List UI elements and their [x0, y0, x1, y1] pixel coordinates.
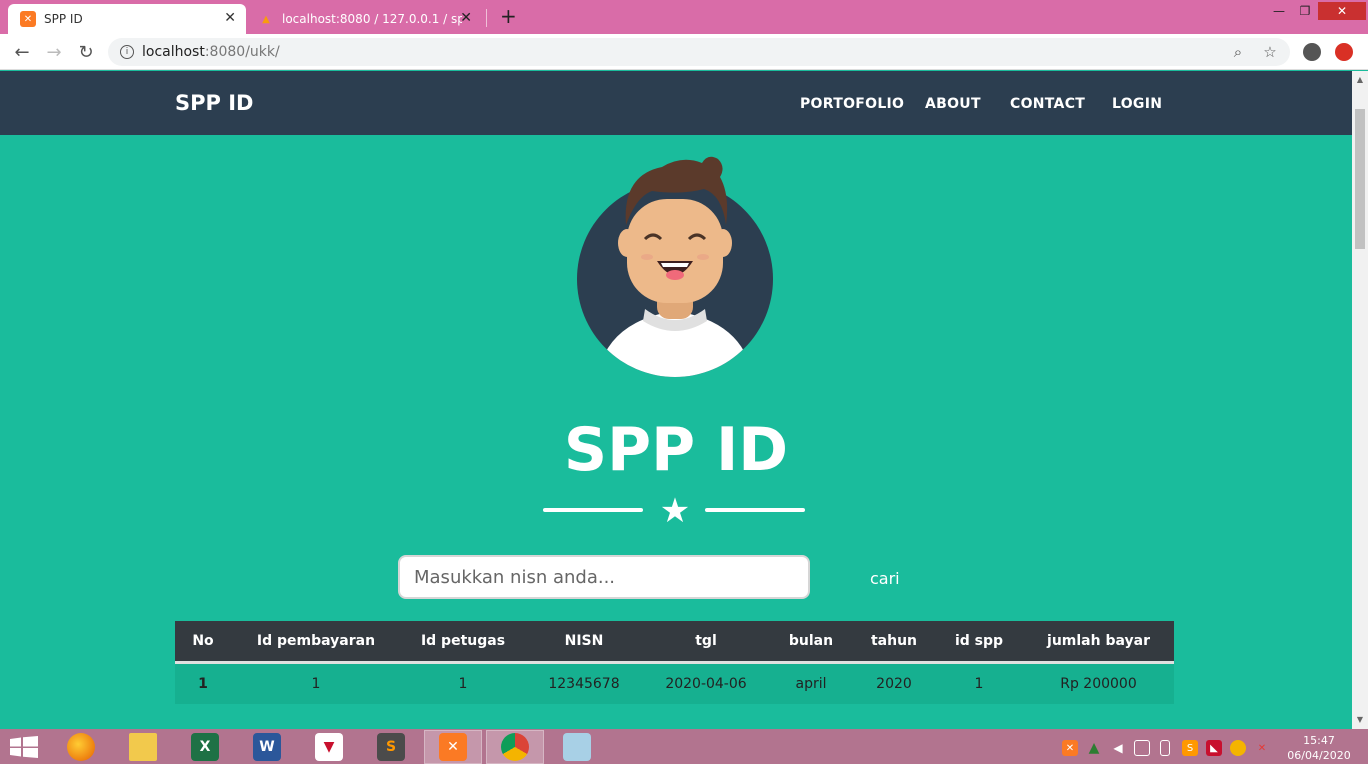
chrome-icon [501, 733, 529, 761]
tab-spp-id[interactable]: ✕ SPP ID ✕ [8, 4, 246, 34]
clock-date: 06/04/2020 [1287, 749, 1351, 762]
taskbar-chrome[interactable] [486, 730, 544, 764]
taskbar-firefox[interactable] [52, 730, 110, 764]
antivirus-icon: ▼ [315, 733, 343, 761]
column-header: jumlah bayar [1023, 621, 1174, 664]
site-navbar: SPP ID PORTOFOLIO ABOUT CONTACT LOGIN [0, 71, 1352, 135]
url-host: localhost [142, 44, 205, 60]
tray-drive-icon[interactable]: ▲ [1086, 740, 1102, 756]
column-header: id spp [935, 621, 1023, 664]
update-icon[interactable] [1335, 43, 1353, 61]
close-tab-icon[interactable]: ✕ [460, 10, 472, 26]
taskbar-xampp[interactable]: ✕ [424, 730, 482, 764]
tray-battery-icon[interactable] [1160, 740, 1170, 756]
table-cell: april [769, 662, 853, 704]
phpmyadmin-favicon-icon: ▲ [262, 13, 270, 25]
column-header: NISN [525, 621, 643, 664]
nav-link-contact[interactable]: CONTACT [1010, 96, 1085, 112]
column-header: No [175, 621, 231, 664]
sublime-text-icon: S [377, 733, 405, 761]
nav-link-login[interactable]: LOGIN [1112, 96, 1162, 112]
table-cell: 12345678 [525, 662, 643, 704]
xampp-icon: ✕ [439, 733, 467, 761]
hero-title: SPP ID [563, 415, 789, 485]
close-tab-icon[interactable]: ✕ [224, 10, 236, 26]
tray-volume-icon[interactable]: ◀ [1110, 740, 1126, 756]
table-row: 1 1 1 12345678 2020-04-06 april 2020 1 R… [175, 662, 1174, 704]
tray-display-icon[interactable] [1134, 740, 1150, 756]
browser-tabbar: ✕ SPP ID ✕ ▲ localhost:8080 / 127.0.0.1 … [0, 0, 1368, 34]
xampp-favicon-icon: ✕ [20, 11, 36, 27]
divider-line-left [543, 508, 643, 512]
table-cell: 1 [175, 662, 231, 704]
taskbar-excel[interactable]: X [176, 730, 234, 764]
site-info-icon[interactable]: i [120, 45, 134, 59]
table-cell: 1 [935, 662, 1023, 704]
restore-button[interactable]: ❐ [1294, 2, 1316, 20]
scroll-down-icon[interactable]: ▼ [1355, 715, 1365, 724]
address-bar[interactable]: i localhost:8080/ukk/ ⌕ ☆ [108, 38, 1290, 66]
browser-toolbar: ← → ↻ i localhost:8080/ukk/ ⌕ ☆ [0, 34, 1368, 70]
file-explorer-icon [129, 733, 157, 761]
taskbar-explorer[interactable] [114, 730, 172, 764]
table-cell: Rp 200000 [1023, 662, 1174, 704]
nav-link-portofolio[interactable]: PORTOFOLIO [800, 96, 904, 112]
bookmark-star-icon[interactable]: ☆ [1262, 43, 1278, 61]
column-header: Id petugas [401, 621, 525, 664]
tray-antivirus-icon[interactable]: ◣ [1206, 740, 1222, 756]
search-button[interactable]: cari [856, 565, 914, 591]
scroll-up-icon[interactable]: ▲ [1355, 75, 1365, 84]
tab-separator [486, 9, 487, 27]
tab-title: localhost:8080 / 127.0.0.1 / spp / [282, 12, 462, 26]
word-icon: W [253, 733, 281, 761]
column-header: Id pembayaran [231, 621, 401, 664]
forward-icon[interactable]: → [44, 42, 64, 63]
taskbar-clock[interactable]: 15:47 06/04/2020 [1284, 733, 1354, 763]
table-cell: 2020-04-06 [643, 662, 769, 704]
taskbar-sublime[interactable]: S [362, 730, 420, 764]
windows-start-icon[interactable] [10, 736, 38, 758]
new-tab-button[interactable]: + [500, 4, 517, 28]
nisn-search-input[interactable] [398, 555, 810, 599]
minimize-button[interactable]: — [1268, 2, 1290, 20]
avatar-hair-icon [625, 156, 728, 225]
back-icon[interactable]: ← [12, 42, 32, 63]
reload-icon[interactable]: ↻ [76, 42, 96, 63]
url-path: :8080/ukk/ [204, 44, 280, 60]
zoom-icon[interactable]: ⌕ [1230, 43, 1246, 61]
clock-time: 15:47 [1303, 734, 1335, 747]
payment-table: No Id pembayaran Id petugas NISN tgl bul… [175, 621, 1174, 704]
taskbar-word[interactable]: W [238, 730, 296, 764]
table-header-row: No Id pembayaran Id petugas NISN tgl bul… [175, 621, 1174, 664]
tray-sublime-icon[interactable]: S [1182, 740, 1198, 756]
tray-xampp-icon[interactable]: ✕ [1062, 740, 1078, 756]
tab-title: SPP ID [44, 12, 83, 26]
column-header: tgl [643, 621, 769, 664]
tray-update-icon[interactable] [1230, 740, 1246, 756]
firefox-icon [67, 733, 95, 761]
taskbar-notepad[interactable] [548, 730, 606, 764]
star-icon: ★ [659, 491, 691, 531]
column-header: bulan [769, 621, 853, 664]
taskbar-antivirus[interactable]: ▼ [300, 730, 358, 764]
tray-network-icon[interactable]: ✕ [1254, 740, 1270, 756]
nav-link-about[interactable]: ABOUT [925, 96, 981, 112]
divider-line-right [705, 508, 805, 512]
profile-avatar-icon[interactable] [1303, 43, 1321, 61]
page-content: SPP ID PORTOFOLIO ABOUT CONTACT LOGIN SP… [0, 71, 1352, 729]
tab-phpmyadmin[interactable]: ▲ localhost:8080 / 127.0.0.1 / spp / ✕ [250, 4, 482, 34]
close-window-button[interactable]: ✕ [1318, 2, 1366, 20]
table-cell: 2020 [853, 662, 935, 704]
table-cell: 1 [401, 662, 525, 704]
excel-icon: X [191, 733, 219, 761]
notepad-icon [563, 733, 591, 761]
scrollbar-thumb[interactable] [1355, 109, 1365, 249]
brand-logo[interactable]: SPP ID [175, 91, 253, 115]
table-cell: 1 [231, 662, 401, 704]
page-scrollbar[interactable]: ▲ ▼ [1352, 71, 1368, 729]
column-header: tahun [853, 621, 935, 664]
